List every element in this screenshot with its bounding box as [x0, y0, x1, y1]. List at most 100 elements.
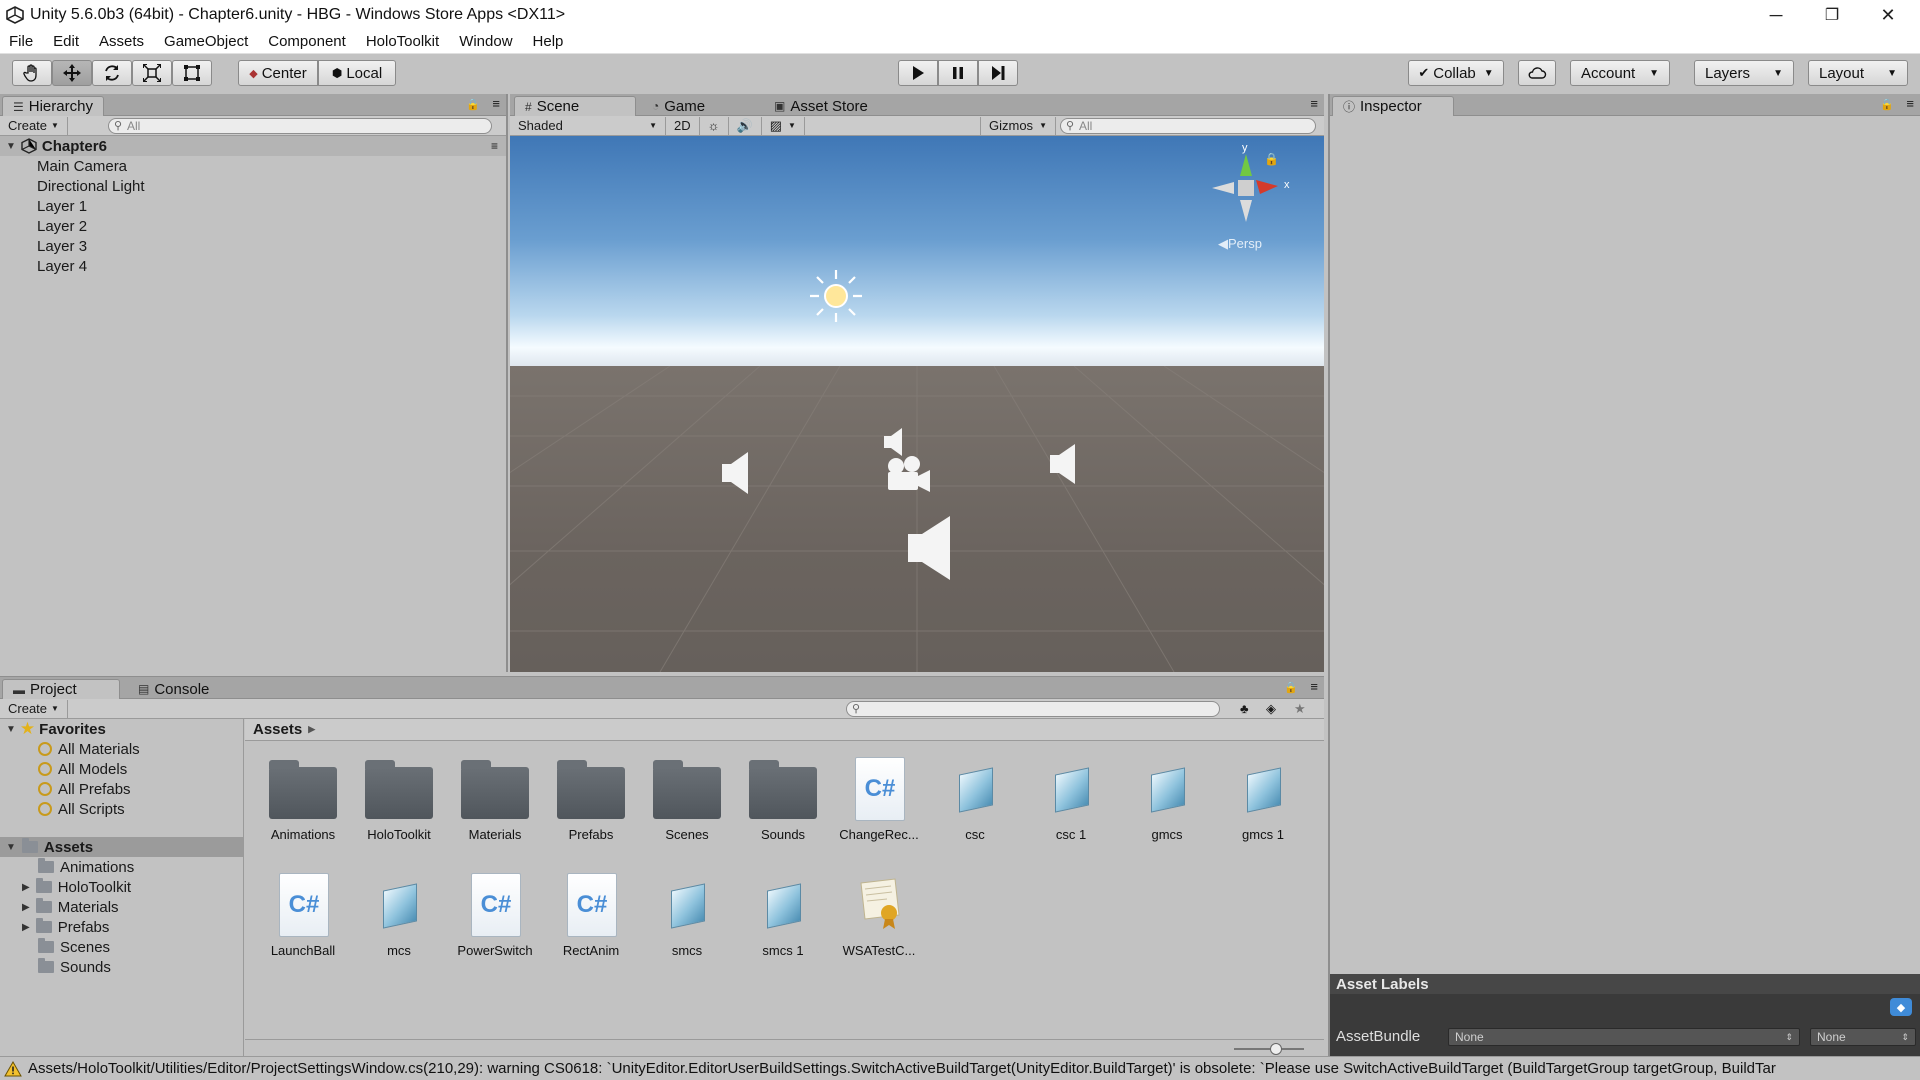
- favorite-star-icon[interactable]: ★: [1294, 701, 1306, 717]
- collapsed-triangle-icon[interactable]: ▶: [22, 882, 30, 893]
- asset-item[interactable]: mcs: [351, 873, 447, 958]
- pause-button[interactable]: [938, 60, 978, 86]
- menu-window[interactable]: Window: [449, 33, 522, 50]
- collapsed-triangle-icon[interactable]: ▶: [22, 902, 30, 913]
- favorite-item[interactable]: All Materials: [0, 739, 140, 759]
- menu-component[interactable]: Component: [258, 33, 356, 50]
- scale-tool-button[interactable]: [132, 60, 172, 86]
- panel-menu-icon[interactable]: ≡: [492, 96, 500, 111]
- hierarchy-search-input[interactable]: ⚲ All: [108, 118, 492, 134]
- hierarchy-item-layer-4[interactable]: Layer 4: [0, 256, 506, 276]
- asset-item[interactable]: C# RectAnim: [543, 873, 639, 958]
- play-button[interactable]: [898, 60, 938, 86]
- favorite-item[interactable]: All Prefabs: [0, 779, 131, 799]
- asset-item[interactable]: gmcs: [1119, 757, 1215, 842]
- minimize-button[interactable]: ─: [1748, 0, 1804, 30]
- hierarchy-item-directional-light[interactable]: Directional Light: [0, 176, 506, 196]
- tree-folder-holotoolkit[interactable]: ▶ HoloToolkit: [0, 877, 131, 897]
- hierarchy-create-dropdown[interactable]: Create ▼: [0, 116, 68, 135]
- tree-folder-scenes[interactable]: Scenes: [0, 937, 110, 957]
- expand-triangle-icon[interactable]: ▼: [6, 842, 16, 853]
- panel-menu-icon[interactable]: ≡: [1310, 96, 1318, 111]
- menu-help[interactable]: Help: [523, 33, 574, 50]
- scene-search-input[interactable]: ⚲ All: [1060, 118, 1316, 134]
- status-bar[interactable]: Assets/HoloToolkit/Utilities/Editor/Proj…: [0, 1056, 1920, 1080]
- lock-icon[interactable]: 🔒: [466, 98, 480, 111]
- hierarchy-item-layer-3[interactable]: Layer 3: [0, 236, 506, 256]
- tab-game[interactable]: ◔ Game: [642, 96, 758, 116]
- assets-breadcrumb[interactable]: Assets ▶: [245, 719, 1324, 741]
- hand-tool-button[interactable]: [12, 60, 52, 86]
- assetbundle-dropdown[interactable]: None ⇕: [1448, 1028, 1800, 1046]
- search-by-label-icon[interactable]: ◈: [1266, 701, 1276, 717]
- collapsed-triangle-icon[interactable]: ▶: [22, 922, 30, 933]
- asset-item[interactable]: C# ChangeRec...: [831, 757, 927, 842]
- tree-folder-animations[interactable]: Animations: [0, 857, 134, 877]
- tab-hierarchy[interactable]: ☰ Hierarchy: [2, 96, 104, 116]
- menu-holotoolkit[interactable]: HoloToolkit: [356, 33, 449, 50]
- shading-mode-dropdown[interactable]: Shaded ▼: [510, 116, 666, 135]
- hierarchy-item-main-camera[interactable]: Main Camera: [0, 156, 506, 176]
- layout-dropdown[interactable]: Layout ▼: [1808, 60, 1908, 86]
- asset-item[interactable]: Materials: [447, 757, 543, 842]
- scene-menu-icon[interactable]: ≡: [491, 139, 498, 153]
- tab-inspector[interactable]: ⓘ Inspector: [1332, 96, 1454, 116]
- favorite-item[interactable]: All Scripts: [0, 799, 125, 819]
- camera-gizmo-icon[interactable]: [882, 454, 932, 494]
- pivot-center-button[interactable]: ◆ Center: [238, 60, 318, 86]
- audio-source-gizmo-icon[interactable]: [720, 450, 754, 496]
- assets-root-row[interactable]: ▼ Assets: [0, 837, 243, 857]
- asset-item[interactable]: gmcs 1: [1215, 757, 1311, 842]
- scene-audio-toggle[interactable]: 🔊: [729, 116, 762, 135]
- tree-folder-prefabs[interactable]: ▶ Prefabs: [0, 917, 109, 937]
- menu-gameobject[interactable]: GameObject: [154, 33, 258, 50]
- assetbundle-variant-dropdown[interactable]: None ⇕: [1810, 1028, 1916, 1046]
- tab-console[interactable]: ▤ Console: [128, 679, 248, 699]
- hierarchy-item-layer-1[interactable]: Layer 1: [0, 196, 506, 216]
- projection-toggle[interactable]: ◀Persp: [1218, 236, 1262, 252]
- panel-menu-icon[interactable]: ≡: [1906, 96, 1914, 111]
- audio-source-gizmo-icon[interactable]: [906, 514, 956, 582]
- step-button[interactable]: [978, 60, 1018, 86]
- scene-lighting-toggle[interactable]: ☼: [700, 116, 729, 135]
- slider-thumb[interactable]: [1270, 1043, 1282, 1055]
- cloud-button[interactable]: [1518, 60, 1556, 86]
- project-search-input[interactable]: ⚲: [846, 701, 1220, 717]
- asset-item[interactable]: smcs: [639, 873, 735, 958]
- icon-size-slider[interactable]: [1234, 1043, 1304, 1055]
- tree-folder-sounds[interactable]: Sounds: [0, 957, 111, 977]
- expand-triangle-icon[interactable]: ▼: [6, 724, 16, 735]
- rect-tool-button[interactable]: [172, 60, 212, 86]
- favorite-item[interactable]: All Models: [0, 759, 127, 779]
- tab-asset-store[interactable]: ▣ Asset Store: [764, 96, 884, 116]
- asset-item[interactable]: HoloToolkit: [351, 757, 447, 842]
- audio-source-gizmo-icon[interactable]: [1048, 442, 1080, 486]
- asset-item[interactable]: csc: [927, 757, 1023, 842]
- orientation-gizmo[interactable]: 🔒 y x ◀Persp: [1210, 142, 1310, 256]
- asset-item[interactable]: Prefabs: [543, 757, 639, 842]
- hierarchy-item-layer-2[interactable]: Layer 2: [0, 216, 506, 236]
- asset-item[interactable]: csc 1: [1023, 757, 1119, 842]
- gizmos-dropdown[interactable]: Gizmos ▼: [980, 116, 1056, 135]
- project-create-dropdown[interactable]: Create ▼: [0, 699, 68, 718]
- lock-icon[interactable]: 🔒: [1284, 681, 1298, 694]
- asset-item[interactable]: WSATestC...: [831, 873, 927, 958]
- directional-light-gizmo-icon[interactable]: [806, 266, 866, 326]
- collab-dropdown[interactable]: ✔ Collab ▼: [1408, 60, 1504, 86]
- asset-item[interactable]: Animations: [255, 757, 351, 842]
- expand-triangle-icon[interactable]: ▼: [6, 141, 16, 152]
- space-local-button[interactable]: ⬢ Local: [318, 60, 396, 86]
- scene-effects-dropdown[interactable]: ▨ ▼: [762, 116, 805, 135]
- move-tool-button[interactable]: [52, 60, 92, 86]
- toggle-2d-button[interactable]: 2D: [666, 116, 700, 135]
- lock-icon[interactable]: 🔒: [1880, 98, 1894, 111]
- rotate-tool-button[interactable]: [92, 60, 132, 86]
- restore-button[interactable]: ❐: [1804, 0, 1860, 30]
- menu-file[interactable]: File: [0, 33, 43, 50]
- favorites-row[interactable]: ▼ ★ Favorites: [0, 719, 244, 739]
- asset-item[interactable]: Scenes: [639, 757, 735, 842]
- scene-viewport[interactable]: 🔒 y x ◀Persp: [510, 136, 1324, 672]
- panel-menu-icon[interactable]: ≡: [1310, 679, 1318, 694]
- tab-scene[interactable]: # Scene: [514, 96, 636, 116]
- account-dropdown[interactable]: Account ▼: [1570, 60, 1670, 86]
